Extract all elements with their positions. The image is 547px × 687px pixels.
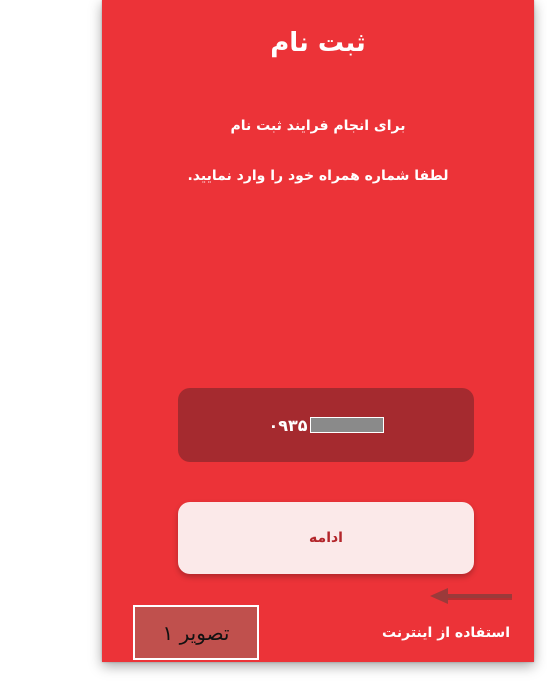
phone-number-prefix: ۰۹۳۵ [268, 415, 308, 435]
registration-screen: ثبت نام برای انجام فرایند ثبت نام لطفا ش… [102, 0, 534, 662]
instruction-line-2: لطفا شماره همراه خود را وارد نمایید. [187, 168, 449, 184]
phone-number-input[interactable]: ۰۹۳۵ [178, 388, 474, 462]
document-canvas: ثبت نام برای انجام فرایند ثبت نام لطفا ش… [0, 0, 547, 687]
use-internet-label: استفاده از اینترنت [382, 625, 510, 641]
page-title: ثبت نام [270, 28, 366, 58]
figure-caption: تصویر ۱ [133, 605, 259, 660]
left-arrow-icon [430, 588, 512, 604]
continue-button[interactable]: ادامه [178, 502, 474, 574]
instruction-line-1: برای انجام فرایند ثبت نام [230, 118, 406, 134]
redacted-digits [309, 417, 384, 433]
continue-button-label: ادامه [309, 530, 343, 546]
